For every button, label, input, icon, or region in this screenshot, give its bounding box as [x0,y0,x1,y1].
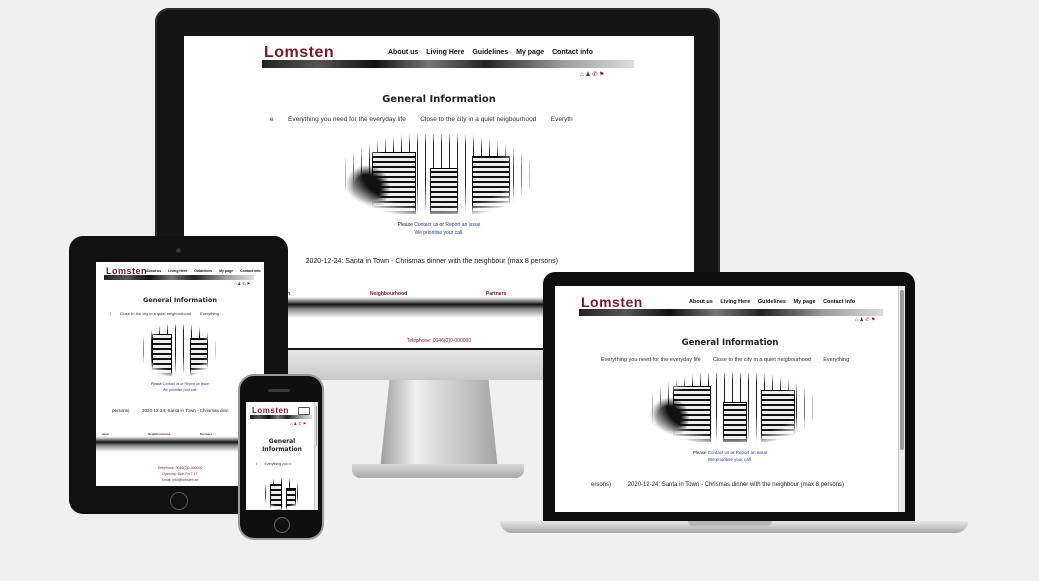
desktop-monitor-foot [352,464,524,478]
contact-notice: Please Contact us or Report an issue [184,222,694,228]
notice-prefix: Please [692,450,708,455]
nav-living-here[interactable]: Living Here [426,49,464,56]
laptop-scrollbar[interactable] [898,286,905,512]
nav-living-here[interactable]: Living Here [168,269,187,273]
nav-living-here[interactable]: Living Here [720,299,750,305]
nav-my-page[interactable]: My page [794,299,816,305]
nav-guidelines[interactable]: Guidelines [758,299,786,305]
footer-label-partners[interactable]: Partners [486,291,506,297]
main-nav: About us Living Here Guidelines My page … [388,49,599,56]
photo-building-left [152,334,172,376]
feature-marquee: l Everything you n [256,462,291,466]
scrollbar-thumb[interactable] [316,406,317,446]
report-issue-link[interactable]: Report an issue [445,222,480,228]
footer-label-partners[interactable]: Partners [200,432,212,436]
page-heading-line1: General [268,438,296,445]
nav-about-us[interactable]: About us [146,269,161,273]
contact-notice: Please Contact us or Report an issue [96,382,264,386]
page-heading: General Information [143,296,217,304]
footer-opening: Opening: Mon-Fri 7-17 [162,472,198,476]
nav-contact-info[interactable]: Contact info [240,269,260,273]
tablet-camera [176,248,181,253]
contact-us-link[interactable]: Contact us [708,450,730,455]
site-logo[interactable]: Lomsten [581,294,643,310]
buildings-photo [140,324,216,376]
header-ink-band [104,275,254,280]
photo-building-right [190,338,208,376]
main-nav: About us Living Here Guidelines My page … [689,299,861,305]
report-issue-link[interactable]: Report an issue [184,382,209,386]
scrollbar-thumb[interactable] [900,290,904,450]
buildings-photo [342,134,532,216]
header-ink-band [250,415,312,419]
phone-speaker [268,389,290,392]
notice-line2: We prioritise your call. [707,457,753,462]
nav-contact-info[interactable]: Contact info [552,49,593,56]
footer-label-neighbourhood[interactable]: Neighbourhood [370,291,407,297]
footer-email: Email: info@lomsten.se [161,478,199,482]
contact-us-link[interactable]: Contact us [414,222,438,228]
footer-telephone: Telephone: 0046(0)0-000000 [157,466,203,470]
photo-tree [649,396,689,440]
tablet-home-button[interactable] [170,492,188,510]
nav-contact-info[interactable]: Contact info [823,299,855,305]
tablet-site: Lomsten About us Living Here Guidelines … [96,262,264,486]
laptop-hinge-notch [688,521,772,526]
news-ticker: persons) 2020-12-24: Santa in Town - Chr… [112,408,229,413]
news-ticker: rs) 2020-12-24: Santa in Town - Chrismas… [278,258,559,265]
photo-building-mid [430,168,458,214]
nav-guidelines[interactable]: Guidelines [472,49,508,56]
news-ticker: ersons) 2020-12-24: Santa in Town - Chri… [591,482,845,488]
page-heading-line2: Information [262,446,302,453]
phone-scrollbar[interactable] [314,402,318,510]
photo-building-right [472,156,510,214]
photo-building-mid [723,402,747,442]
footer-label-neighbourhood[interactable]: Neighbourhood [148,432,170,436]
contact-notice: Please Contact us or Report an issue [555,450,905,455]
phone-home-button[interactable] [274,517,290,533]
report-issue-link[interactable]: Report an issue [736,450,768,455]
notice-prefix: Please [397,222,415,228]
nav-about-us[interactable]: About us [388,49,418,56]
buildings-photo [649,372,815,444]
header-icons[interactable]: ⌂ ♟ ✆ ⚑ [580,71,604,78]
notice-line2: We prioritise your call. [162,388,198,392]
header-icons[interactable]: ⌂ ♟ ✆ ⚑ [234,281,250,286]
header-ink-band [579,309,883,316]
feature-marquee: Everything you need for the everyday lif… [601,357,850,363]
feature-marquee: l Close to the city in a quiet neigbourh… [110,311,219,316]
tablet-screen: Lomsten About us Living Here Guidelines … [96,262,264,486]
page-heading: General Information [681,338,779,348]
nav-guidelines[interactable]: Guidelines [194,269,212,273]
feature-marquee: e Everything you need for the everyday l… [270,116,573,123]
main-nav: About us Living Here Guidelines My page … [146,269,264,273]
nav-my-page[interactable]: My page [516,49,544,56]
laptop-screen: Lomsten About us Living Here Guidelines … [555,286,905,512]
nav-my-page[interactable]: My page [219,269,233,273]
laptop-site: Lomsten About us Living Here Guidelines … [555,286,905,512]
photo-building-left [270,484,282,510]
header-ink-band [262,60,634,68]
nav-about-us[interactable]: About us [689,299,713,305]
footer-ink-band [96,430,264,452]
page-heading: General Information [382,94,496,105]
hamburger-menu-icon[interactable] [298,407,310,415]
photo-building-right [286,488,296,510]
header-icons[interactable]: ⌂ ♟ ✆ ⚑ [290,421,306,426]
notice-prefix: Please [151,382,163,386]
contact-us-link[interactable]: Contact us [163,382,180,386]
footer-label-information[interactable]: ation [102,432,109,436]
photo-tree [344,164,390,212]
desktop-monitor-stand [380,380,498,470]
site-logo[interactable]: Lomsten [252,406,289,415]
buildings-photo [262,478,302,510]
header-icons[interactable]: ⌂ ♟ ✆ ⚑ [855,317,875,323]
photo-building-right [761,390,795,442]
phone-screen: Lomsten ⌂ ♟ ✆ ⚑ General Information l Ev… [246,402,318,510]
phone-site: Lomsten ⌂ ♟ ✆ ⚑ General Information l Ev… [246,402,318,510]
